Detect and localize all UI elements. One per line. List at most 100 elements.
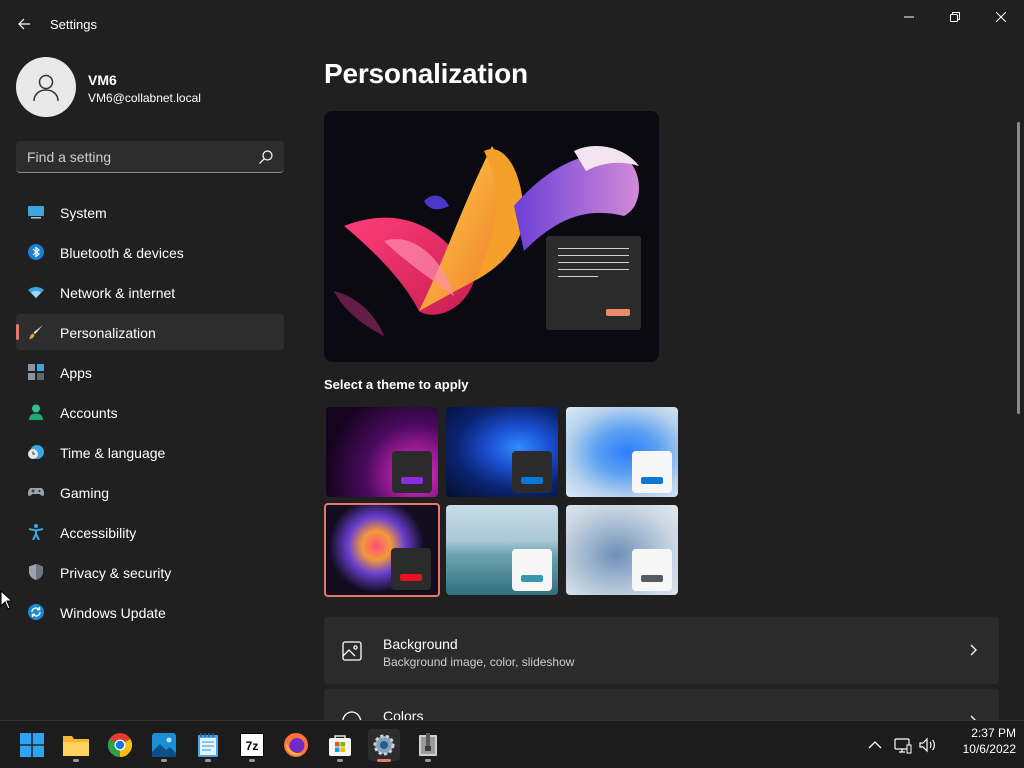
clock-time: 2:37 PM (971, 726, 1016, 740)
bluetooth-icon (28, 244, 44, 260)
brush-icon (29, 325, 43, 339)
sidebar-item-gaming[interactable]: Gaming (16, 474, 284, 510)
chrome-button[interactable] (104, 729, 136, 761)
firefox-icon (284, 733, 308, 757)
sidebar-item-label: Accessibility (60, 525, 137, 541)
search-icon[interactable] (258, 149, 274, 165)
running-indicator (337, 759, 343, 762)
sidebar-item-bluetooth[interactable]: Bluetooth & devices (16, 234, 284, 270)
running-indicator (425, 759, 431, 762)
theme-thumbnail-sunrise[interactable] (446, 505, 558, 595)
sidebar-item-label: Accounts (60, 405, 118, 421)
themes-heading: Select a theme to apply (324, 377, 469, 392)
notepad-button[interactable] (192, 729, 224, 762)
sidebar-item-apps[interactable]: Apps (16, 354, 284, 390)
sidebar-item-accessibility[interactable]: Accessibility (16, 514, 284, 550)
archive-icon (419, 733, 437, 756)
sidebar-item-label: Time & language (60, 445, 166, 461)
preview-line (558, 269, 629, 270)
sidebar-item-label: Personalization (60, 325, 156, 341)
user-name: VM6 (88, 72, 117, 88)
file-explorer-icon (63, 736, 89, 756)
theme-accent-swatch (400, 574, 422, 581)
sidebar-item-network[interactable]: Network & internet (16, 274, 284, 310)
running-indicator (73, 759, 79, 762)
title-bar: Settings (0, 0, 1024, 48)
settings-button[interactable] (368, 729, 400, 762)
user-email: VM6@collabnet.local (88, 91, 201, 105)
theme-window-mockup (512, 549, 552, 591)
preview-line (558, 262, 629, 263)
theme-accent-swatch (641, 477, 663, 484)
theme-accent-swatch (521, 575, 543, 582)
avatar[interactable] (16, 57, 76, 117)
restore-button[interactable] (932, 4, 978, 30)
back-arrow-icon (18, 18, 30, 30)
colors-setting-card[interactable]: Colors (324, 689, 999, 720)
sidebar-item-label: System (60, 205, 107, 221)
preview-window-mockup (546, 236, 641, 330)
notepad-icon (198, 733, 218, 757)
start-button[interactable] (16, 729, 48, 761)
7zip-button[interactable]: 7z (236, 729, 268, 762)
sidebar-item-time-language[interactable]: Time & language (16, 434, 284, 470)
archive-button[interactable] (412, 729, 444, 762)
theme-accent-swatch (401, 477, 423, 484)
theme-thumbnail-light-bloom[interactable] (566, 407, 678, 497)
sidebar-item-label: Network & internet (60, 285, 176, 301)
running-indicator (205, 759, 211, 762)
card-title: Background (383, 636, 458, 652)
sidebar-nav: System Bluetooth & devices Network & int… (16, 194, 284, 634)
image-icon (342, 641, 362, 661)
palette-icon (342, 711, 362, 720)
minimize-button[interactable] (886, 4, 932, 30)
preview-line (558, 248, 629, 249)
person-icon (29, 404, 43, 420)
mouse-cursor-icon (0, 590, 12, 610)
volume-icon[interactable] (919, 736, 937, 754)
sidebar-item-label: Gaming (60, 485, 110, 501)
page-title: Personalization (324, 58, 528, 89)
theme-accent-swatch (521, 477, 543, 484)
window-title: Settings (50, 17, 97, 32)
sidebar-item-privacy[interactable]: Privacy & security (16, 554, 284, 590)
theme-thumbnail-glow[interactable] (326, 407, 438, 497)
apps-icon (28, 364, 44, 380)
firefox-button[interactable] (280, 729, 312, 761)
network-icon[interactable] (894, 736, 912, 754)
sidebar-item-label: Apps (60, 365, 92, 381)
theme-preview (324, 111, 659, 362)
store-button[interactable] (324, 729, 356, 762)
sidebar-item-accounts[interactable]: Accounts (16, 394, 284, 430)
running-indicator (249, 759, 255, 762)
minimize-icon (904, 16, 914, 18)
chevron-up-icon[interactable] (866, 736, 884, 754)
7zip-icon: 7z (240, 733, 264, 757)
sidebar-item-label: Bluetooth & devices (60, 245, 184, 261)
back-button[interactable] (10, 12, 38, 36)
sidebar-item-windows-update[interactable]: Windows Update (16, 594, 284, 630)
close-button[interactable] (978, 4, 1024, 30)
chevron-right-icon (970, 644, 977, 656)
file-explorer-button[interactable] (60, 729, 92, 762)
search-input[interactable] (16, 141, 252, 172)
background-setting-card[interactable]: Background Background image, color, slid… (324, 617, 999, 684)
taskbar: 7z (0, 720, 1024, 768)
theme-window-mockup (632, 451, 672, 493)
scrollbar[interactable] (1017, 122, 1020, 414)
sidebar-item-system[interactable]: System (16, 194, 284, 230)
7zip-icon-label: 7z (246, 739, 259, 753)
preview-line (558, 255, 629, 256)
taskbar-clock[interactable]: 2:37 PM 10/6/2022 (944, 725, 1016, 757)
photos-button[interactable] (148, 729, 180, 762)
user-icon (33, 74, 59, 102)
settings-icon (373, 734, 395, 756)
theme-window-mockup (632, 549, 672, 591)
sidebar-item-personalization[interactable]: Personalization (16, 314, 284, 350)
theme-thumbnail-dark-bloom[interactable] (446, 407, 558, 497)
theme-thumbnail-captured-motion[interactable] (324, 503, 440, 597)
store-icon (329, 735, 351, 756)
theme-thumbnail-flow[interactable] (566, 505, 678, 595)
photos-icon (152, 733, 176, 757)
wifi-icon (28, 287, 44, 298)
